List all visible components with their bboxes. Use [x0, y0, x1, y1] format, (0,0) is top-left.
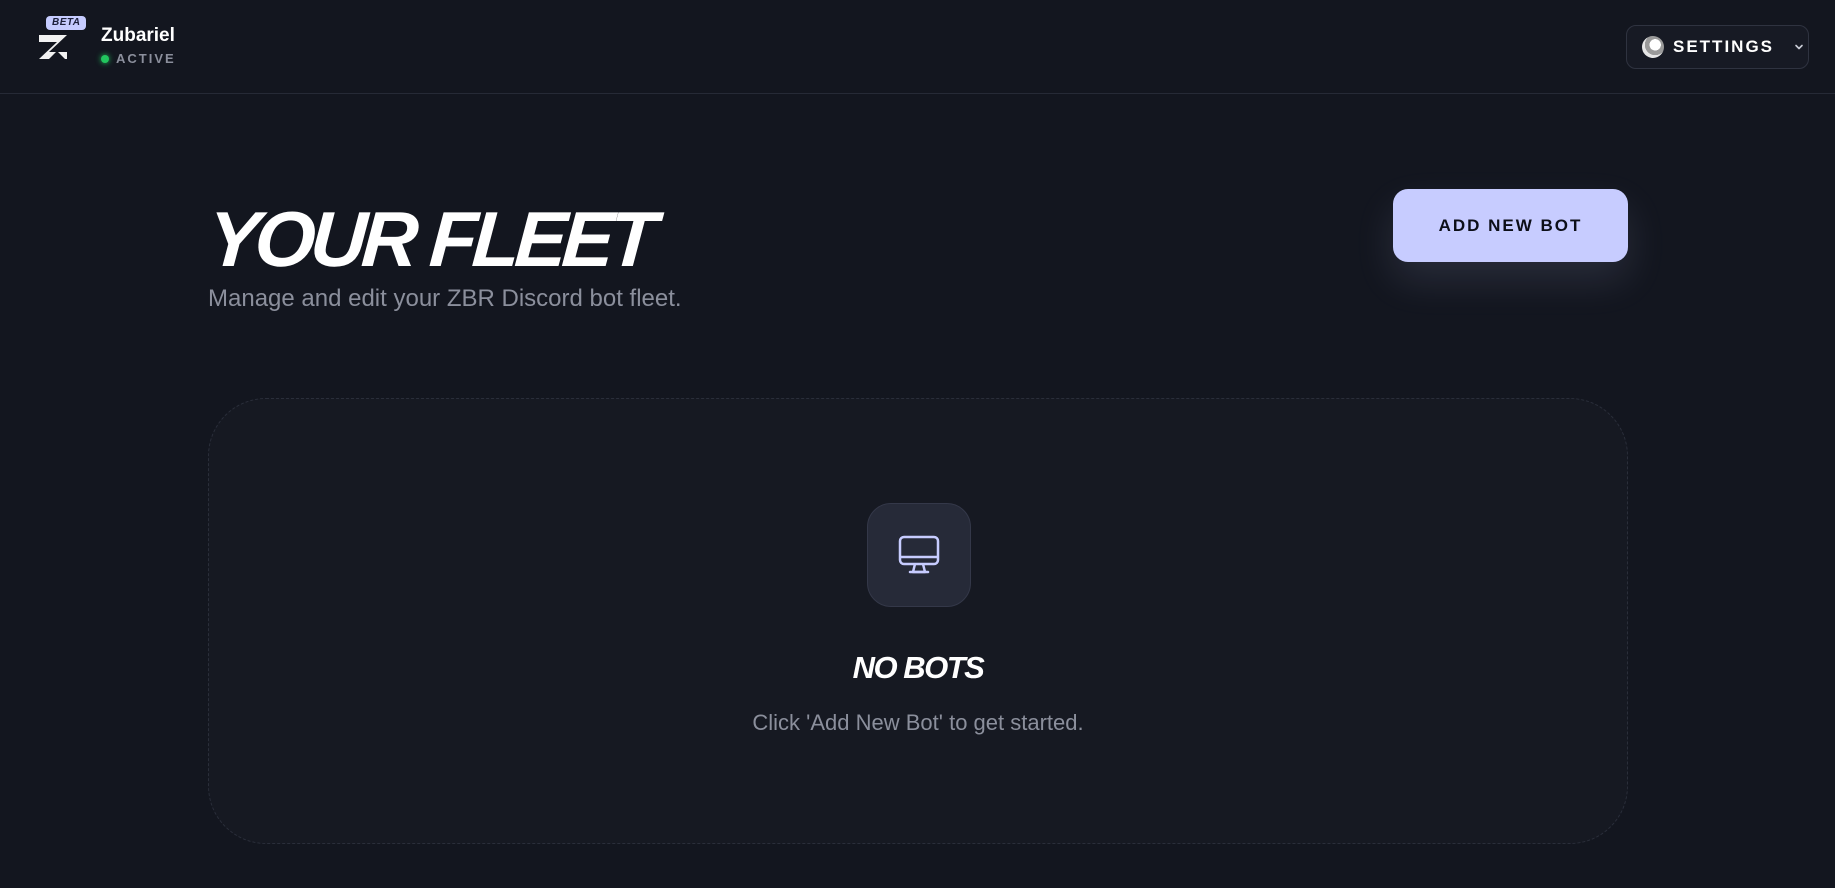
top-navigation-bar: BETA Zubariel ACTIVE SETTINGS [0, 0, 1835, 94]
avatar [1642, 36, 1664, 58]
monitor-icon [898, 535, 940, 574]
empty-state-message: Click 'Add New Bot' to get started. [752, 710, 1084, 735]
empty-state-icon-container [867, 503, 971, 607]
chevron-down-icon [1795, 44, 1803, 50]
status-indicator: ACTIVE [101, 51, 176, 66]
page-subtitle: Manage and edit your ZBR Discord bot fle… [208, 285, 682, 312]
beta-badge: BETA [46, 16, 87, 30]
empty-state-panel: NO BOTS Click 'Add New Bot' to get start… [208, 398, 1628, 844]
add-new-bot-button[interactable]: ADD NEW BOT [1393, 189, 1628, 262]
app-name: Zubariel [101, 25, 175, 46]
status-label: ACTIVE [116, 51, 176, 66]
settings-button[interactable]: SETTINGS [1626, 25, 1809, 69]
empty-state-title: NO BOTS [852, 650, 985, 685]
brand[interactable]: BETA Zubariel ACTIVE [36, 16, 176, 72]
zubariel-logo-icon [39, 35, 67, 59]
page-title: YOUR FLEET [204, 195, 656, 284]
active-status-dot-icon [101, 54, 109, 63]
settings-label: SETTINGS [1673, 37, 1775, 56]
